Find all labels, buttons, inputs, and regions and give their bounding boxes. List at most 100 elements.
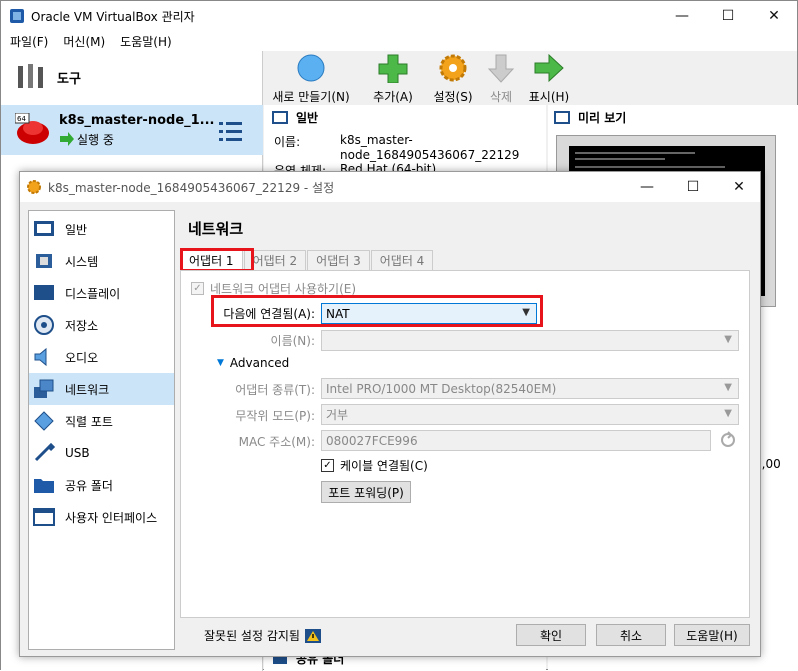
nav-label: 오디오 xyxy=(65,350,99,365)
add-icon xyxy=(378,54,408,84)
tools-icon xyxy=(18,64,43,88)
details-section-title: 일반 xyxy=(296,111,319,125)
nav-item-usb[interactable]: USB xyxy=(29,437,174,469)
name-select[interactable]: ▼ xyxy=(321,330,739,351)
dialog-maximize-button[interactable]: ☐ xyxy=(670,172,716,202)
nav-label: 저장소 xyxy=(65,318,99,333)
maximize-button[interactable]: ☐ xyxy=(705,1,751,31)
show-button[interactable]: 표시(H) xyxy=(514,53,584,105)
show-icon xyxy=(534,53,564,83)
port-forwarding-button[interactable]: 포트 포워딩(P) xyxy=(321,481,411,503)
adapter-type-value: Intel PRO/1000 MT Desktop(82540EM) xyxy=(326,381,557,396)
checkbox-icon: ✓ xyxy=(191,282,204,295)
nav-item-display[interactable]: 디스플레이 xyxy=(29,277,174,309)
display-monitor-icon xyxy=(34,285,54,300)
dialog-gear-icon xyxy=(27,180,41,194)
vm-state: 실행 중 xyxy=(77,133,114,147)
nav-item-storage[interactable]: 저장소 xyxy=(29,309,174,341)
mac-address-label: MAC 주소(M): xyxy=(238,435,315,449)
tab-adapter-4[interactable]: 어댑터 4 xyxy=(370,250,434,270)
warning-icon[interactable] xyxy=(304,628,322,644)
main-toolbar: 새로 만들기(N) 추가(A) 설정(S) 삭제 표시(H) xyxy=(264,51,797,105)
nav-item-shared-folders[interactable]: 공유 폴더 xyxy=(29,469,174,501)
running-arrow-icon xyxy=(60,132,74,146)
usb-icon xyxy=(34,443,55,462)
details-name-value-2: node_1684905436067_22129 xyxy=(340,148,520,162)
preview-section-icon xyxy=(554,110,570,124)
user-interface-icon xyxy=(33,508,55,526)
nav-item-user-interface[interactable]: 사용자 인터페이스 xyxy=(29,501,174,533)
nav-item-system[interactable]: 시스템 xyxy=(29,245,174,277)
highlight-tab-adapter-1 xyxy=(180,248,254,272)
virtualbox-logo-icon xyxy=(10,9,24,23)
new-button[interactable]: 새로 만들기(N) xyxy=(266,53,356,105)
refresh-mac-icon[interactable] xyxy=(719,431,737,449)
tools-item[interactable]: 도구 xyxy=(1,51,263,103)
nav-label: 사용자 인터페이스 xyxy=(65,510,158,525)
network-page: 네트워크 어댑터 1 어댑터 2 어댑터 3 어댑터 4 ✓ 네트워크 어댑터 … xyxy=(180,210,754,620)
new-label: 새로 만들기(N) xyxy=(272,90,350,104)
adapter-type-select[interactable]: Intel PRO/1000 MT Desktop(82540EM) ▼ xyxy=(321,378,739,399)
settings-dialog: k8s_master-node_1684905436067_22129 - 설정… xyxy=(19,171,761,657)
chevron-down-icon: ▼ xyxy=(724,408,732,419)
show-label: 표시(H) xyxy=(528,90,570,104)
nav-label: 디스플레이 xyxy=(65,286,121,301)
menubar: 파일(F) 머신(M) 도움말(H) xyxy=(1,31,797,51)
general-icon xyxy=(34,221,54,236)
dialog-close-button[interactable]: ✕ xyxy=(716,172,762,202)
cancel-button[interactable]: 취소 xyxy=(596,624,666,646)
storage-disc-icon xyxy=(34,315,54,335)
adapter-tab-pane: ✓ 네트워크 어댑터 사용하기(E) 다음에 연결됨(A): NAT ▼ 이름(… xyxy=(180,270,750,618)
ok-button[interactable]: 확인 xyxy=(516,624,586,646)
settings-gear-icon xyxy=(439,54,467,82)
nav-label: 직렬 포트 xyxy=(65,414,113,429)
adapter-type-label: 어댑터 종류(T): xyxy=(235,383,315,397)
highlight-attached-to xyxy=(211,295,543,327)
chevron-down-icon: ▼ xyxy=(724,382,732,393)
discard-icon xyxy=(487,54,515,83)
promiscuous-mode-select[interactable]: 거부 ▼ xyxy=(321,404,739,425)
main-titlebar: Oracle VM VirtualBox 관리자 — ☐ ✕ xyxy=(1,1,797,31)
vm-name: k8s_master-node_1... xyxy=(59,113,215,128)
menu-file[interactable]: 파일(F) xyxy=(10,33,48,50)
tools-label: 도구 xyxy=(57,71,81,87)
general-section-icon xyxy=(272,110,288,124)
main-window-title: Oracle VM VirtualBox 관리자 xyxy=(31,9,195,24)
dialog-minimize-button[interactable]: — xyxy=(624,172,670,202)
vm-list-item[interactable]: 64 k8s_master-node_1... 실행 중 xyxy=(1,105,263,155)
close-button[interactable]: ✕ xyxy=(751,1,797,31)
nav-item-network[interactable]: 네트워크 xyxy=(29,373,174,405)
nav-label: 일반 xyxy=(65,222,88,237)
promiscuous-mode-label: 무작위 모드(P): xyxy=(235,409,315,423)
preview-title: 미리 보기 xyxy=(578,111,627,125)
promiscuous-mode-value: 거부 xyxy=(326,408,349,422)
svg-text:64: 64 xyxy=(17,115,26,123)
chevron-down-icon: ▼ xyxy=(724,334,732,345)
checkbox-icon: ✓ xyxy=(321,459,334,472)
vm-menu-icon[interactable] xyxy=(219,121,243,143)
cable-connected-label: 케이블 연결됨(C) xyxy=(340,459,428,473)
nav-item-audio[interactable]: 오디오 xyxy=(29,341,174,373)
help-button[interactable]: 도움말(H) xyxy=(674,624,750,646)
nav-label: 네트워크 xyxy=(65,382,110,397)
redhat-os-icon: 64 xyxy=(15,113,49,144)
cable-connected-checkbox[interactable]: ✓ 케이블 연결됨(C) xyxy=(321,457,428,474)
minimize-button[interactable]: — xyxy=(659,1,705,31)
system-chip-icon xyxy=(36,254,52,268)
menu-machine[interactable]: 머신(M) xyxy=(63,33,105,50)
shared-folder-icon xyxy=(34,479,54,493)
new-icon xyxy=(297,54,325,82)
nav-label: USB xyxy=(65,446,90,460)
nav-label: 공유 폴더 xyxy=(65,478,113,493)
invalid-settings-label: 잘못된 설정 감지됨 xyxy=(204,629,300,643)
nav-item-serial-ports[interactable]: 직렬 포트 xyxy=(29,405,174,437)
name-label: 이름(N): xyxy=(270,334,315,348)
advanced-toggle[interactable]: ▼ Advanced xyxy=(217,356,289,370)
tab-adapter-3[interactable]: 어댑터 3 xyxy=(307,250,370,270)
serial-port-icon xyxy=(34,411,54,431)
mac-address-input[interactable]: 080027FCE996 xyxy=(321,430,711,451)
nav-item-general[interactable]: 일반 xyxy=(29,213,174,245)
page-heading: 네트워크 xyxy=(188,220,244,238)
menu-help[interactable]: 도움말(H) xyxy=(120,33,172,50)
mac-address-value: 080027FCE996 xyxy=(326,433,418,448)
